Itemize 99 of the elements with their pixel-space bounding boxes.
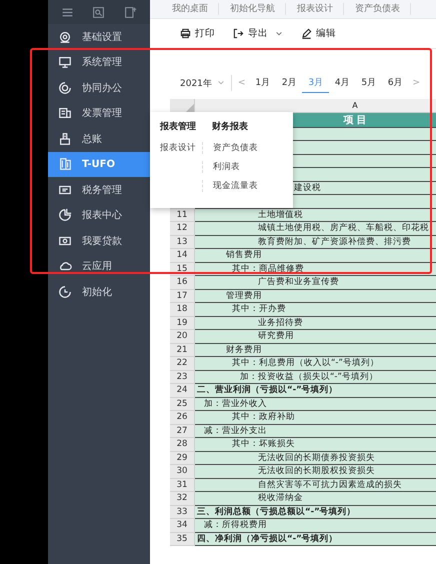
- month-tab[interactable]: 4月: [328, 73, 356, 93]
- print-icon: [180, 28, 191, 39]
- sidebar-item[interactable]: 税务管理: [48, 177, 150, 202]
- table-cell: 教育费附加、矿产资源补偿费、排污费: [258, 236, 411, 248]
- table-cell: 建设税: [294, 182, 321, 194]
- select-all-corner[interactable]: [170, 99, 195, 112]
- edit-icon: [301, 28, 312, 39]
- table-cell: 其中：坏账损失: [232, 438, 295, 450]
- row-number: 22: [176, 358, 188, 368]
- month-tab[interactable]: 2月: [276, 73, 302, 93]
- row-number: 31: [176, 480, 188, 490]
- menu-heading: 财务报表: [212, 120, 249, 133]
- table-cell: 业务招待费: [258, 316, 303, 329]
- table-cell: 其中：政府补助: [232, 411, 295, 424]
- sidebar-item[interactable]: 云应用: [48, 254, 150, 279]
- tab[interactable]: 报表设计: [295, 3, 344, 15]
- table-cell: 加：投资收益（损失以“-”号填列）: [240, 370, 378, 383]
- tab[interactable]: 我的桌面: [170, 3, 219, 15]
- month-tab[interactable]: 6月: [382, 73, 408, 93]
- table-cell: 财务费用: [226, 344, 262, 356]
- edit-button[interactable]: 编辑: [299, 27, 338, 40]
- month-tab[interactable]: 5月: [355, 73, 382, 93]
- year-dropdown[interactable]: 2021年: [180, 76, 225, 90]
- row-number: 12: [176, 223, 188, 234]
- menu-icon[interactable]: [61, 6, 74, 18]
- table-cell: 研究费用: [258, 330, 294, 342]
- row-number: 28: [176, 439, 188, 450]
- table-cell: 二、营业利润（亏损以“-”号填列）: [197, 384, 338, 396]
- menu-item[interactable]: 报表设计: [160, 142, 196, 154]
- table-cell: 减：所得税费用: [204, 519, 267, 532]
- row-number: 33: [176, 506, 188, 517]
- row-number: 35: [176, 534, 188, 544]
- export-button[interactable]: 导出: [231, 27, 285, 40]
- row-number: 13: [176, 236, 188, 247]
- tab[interactable]: 资产负债表: [353, 3, 411, 15]
- row-number: 24: [176, 385, 188, 396]
- monitor-icon: [58, 55, 72, 70]
- sidebar-item[interactable]: 协同办公: [48, 75, 150, 100]
- menu-item[interactable]: 资产负债表: [202, 142, 258, 154]
- table-cell: 自然灾害等不可抗力因素造成的损失: [258, 478, 402, 491]
- tray-icon: [58, 132, 72, 146]
- menu-heading: 报表管理: [160, 120, 196, 133]
- add-icon[interactable]: [124, 6, 137, 18]
- table-cell: 其中：开办费: [232, 303, 286, 316]
- clock-icon: [58, 284, 72, 299]
- row-number: 11: [176, 210, 188, 220]
- table-cell: 减：营业外支出: [204, 424, 267, 437]
- tab[interactable]: 初始化导航: [228, 3, 286, 15]
- table-cell: 土地增值税: [258, 208, 303, 221]
- month-tab[interactable]: 1月: [249, 73, 276, 93]
- row-number: 29: [176, 452, 188, 463]
- menu-item[interactable]: 现金流量表: [202, 180, 258, 192]
- sidebar-item[interactable]: 系统管理: [48, 50, 150, 75]
- target-icon: [58, 80, 72, 95]
- row-number: 19: [176, 318, 188, 328]
- row-number: 18: [176, 304, 188, 314]
- table-cell: 管理费用: [226, 290, 262, 302]
- table-cell: 加：营业外收入: [204, 398, 267, 410]
- caret-icon: [216, 79, 225, 87]
- triangle-icon: [185, 102, 194, 112]
- row-number: 30: [176, 466, 188, 476]
- print-button[interactable]: 打印: [178, 27, 217, 40]
- table-cell: 四、净利润（净亏损以“-”号填列）: [197, 532, 338, 545]
- row-number: 21: [176, 344, 188, 355]
- table-cell: 税收滞纳金: [258, 492, 303, 504]
- table-cell: 广告费和业务宣传费: [258, 276, 339, 288]
- row-number: 16: [176, 277, 188, 288]
- sidebar-item[interactable]: 总账: [48, 126, 150, 152]
- export-icon: [233, 28, 244, 39]
- table-cell: 三、利润总额（亏损总额以“-”号填列）: [197, 506, 356, 518]
- row-number: 15: [176, 264, 188, 274]
- table-cell: 销售费用: [226, 249, 262, 262]
- row-number: 23: [176, 372, 188, 382]
- sidebar-item[interactable]: 发票管理: [48, 100, 150, 126]
- table-cell: 其中：利息费用（收入以“-”号填列）: [232, 357, 379, 370]
- sidebar-item[interactable]: 初始化: [48, 279, 150, 304]
- building-icon: [58, 157, 72, 172]
- row-number: 25: [176, 398, 188, 409]
- row-number: 17: [176, 290, 188, 301]
- table-cell: 无法收回的长期债券投资损失: [258, 452, 375, 464]
- row-number: 20: [176, 331, 188, 342]
- menu-item[interactable]: 利润表: [202, 161, 258, 173]
- row-number: 14: [176, 250, 188, 260]
- search-icon[interactable]: [92, 6, 106, 18]
- sidebar-item[interactable]: 基础设置: [48, 24, 150, 50]
- table-cell: 无法收回的长期股权投资损失: [258, 465, 375, 478]
- sidebar-item[interactable]: 报表中心: [48, 202, 150, 228]
- table-cell: 其中：商品维修费: [232, 262, 304, 275]
- gear-icon: [58, 30, 72, 44]
- caret-icon: [275, 30, 283, 38]
- invoice-icon: [58, 106, 72, 120]
- pie-chart-icon: [58, 208, 72, 222]
- column-header[interactable]: A: [195, 99, 436, 112]
- table-cell: 城镇土地使用税、房产税、车船税、印花税: [258, 222, 429, 234]
- row-number: 27: [176, 426, 188, 436]
- row-number: 26: [176, 412, 188, 422]
- row-number: 32: [176, 493, 188, 504]
- row-number: 34: [176, 520, 188, 530]
- sidebar-item[interactable]: 我要贷款: [48, 228, 150, 254]
